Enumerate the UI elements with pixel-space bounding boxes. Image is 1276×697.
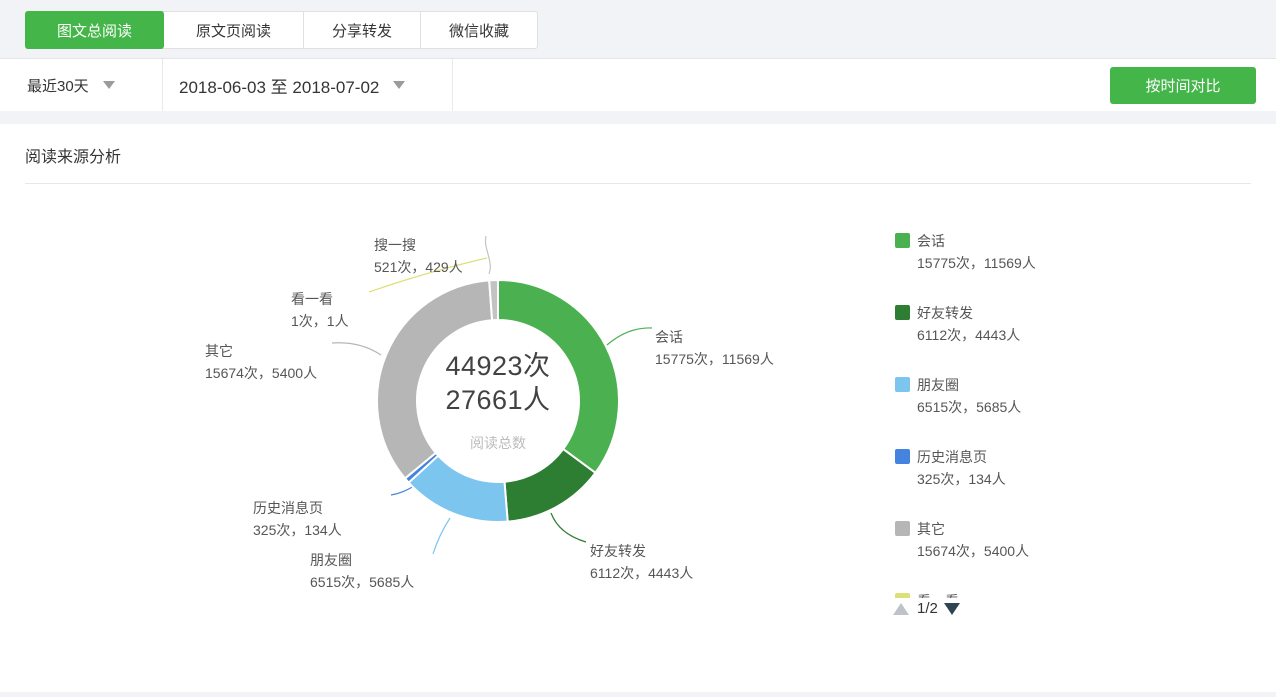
donut-slice-其它[interactable] — [377, 280, 492, 478]
callout-haoyouzhuanfa: 好友转发 6112次，4443人 — [590, 540, 693, 584]
legend-item-朋友圈[interactable]: 朋友圈6515次，5685人 — [895, 374, 1195, 418]
callout-huihua: 会话 15775次，11569人 — [655, 326, 774, 370]
callout-name: 搜一搜 — [374, 234, 463, 256]
legend-page-down-icon[interactable] — [944, 603, 960, 615]
chevron-down-icon — [393, 81, 405, 89]
legend-item-看一看[interactable]: 看一看1次，1人 — [895, 590, 1195, 598]
callout-value: 6515次，5685人 — [310, 571, 414, 593]
callout-name: 历史消息页 — [253, 497, 342, 519]
legend-swatch-icon — [895, 593, 910, 598]
legend-item-会话[interactable]: 会话15775次，11569人 — [895, 230, 1195, 274]
tab-0[interactable]: 图文总阅读 — [25, 11, 164, 49]
callout-souyisou: 搜一搜 521次，429人 — [374, 234, 463, 278]
date-range-preset-label: 最近30天 — [27, 75, 89, 96]
legend-value: 15775次，11569人 — [917, 252, 1036, 274]
legend-name: 其它 — [917, 518, 945, 540]
callout-value: 15674次，5400人 — [205, 362, 317, 384]
callout-pengyouquan: 朋友圈 6515次，5685人 — [310, 549, 414, 593]
tab-3[interactable]: 微信收藏 — [421, 12, 537, 48]
callout-name: 其它 — [205, 340, 317, 362]
legend-swatch-icon — [895, 233, 910, 248]
section-title: 阅读来源分析 — [25, 143, 121, 167]
donut-slice-会话[interactable] — [498, 280, 619, 473]
chart-legend: 会话15775次，11569人好友转发6112次，4443人朋友圈6515次，5… — [895, 230, 1195, 598]
card-gap — [0, 111, 1276, 124]
legend-item-好友转发[interactable]: 好友转发6112次，4443人 — [895, 302, 1195, 346]
tab-2[interactable]: 分享转发 — [304, 12, 421, 48]
callout-value: 15775次，11569人 — [655, 348, 774, 370]
callout-value: 325次，134人 — [253, 519, 342, 541]
reading-source-card: 阅读来源分析 44923次 27661人 阅读总数 搜一搜 521次，429人 … — [0, 124, 1276, 692]
report-tabs: 图文总阅读原文页阅读分享转发微信收藏 — [25, 11, 538, 49]
reading-source-donut-chart — [375, 278, 621, 524]
callout-kanyikan: 看一看 1次，1人 — [291, 288, 349, 332]
legend-value: 6515次，5685人 — [917, 396, 1021, 418]
leader-line-souyisou — [485, 236, 490, 274]
title-divider — [25, 183, 1251, 184]
legend-swatch-icon — [895, 377, 910, 392]
legend-page-indicator: 1/2 — [917, 600, 938, 617]
filter-bar: 最近30天 2018-06-03 至 2018-07-02 按时间对比 — [0, 59, 1276, 111]
date-range-dropdown[interactable]: 2018-06-03 至 2018-07-02 — [163, 59, 453, 111]
callout-name: 看一看 — [291, 288, 349, 310]
legend-value: 325次，134人 — [917, 468, 1006, 490]
callout-value: 6112次，4443人 — [590, 562, 693, 584]
date-range-label: 2018-06-03 至 2018-07-02 — [179, 73, 379, 98]
callout-name: 好友转发 — [590, 540, 693, 562]
legend-pager: 1/2 — [893, 600, 960, 617]
legend-item-其它[interactable]: 其它15674次，5400人 — [895, 518, 1195, 562]
callout-name: 会话 — [655, 326, 774, 348]
top-tab-strip: 图文总阅读原文页阅读分享转发微信收藏 — [0, 0, 1276, 59]
leader-line-qita — [332, 343, 381, 355]
callout-lishixiaoxiye: 历史消息页 325次，134人 — [253, 497, 342, 541]
date-range-preset-dropdown[interactable]: 最近30天 — [0, 59, 163, 111]
callout-qita: 其它 15674次，5400人 — [205, 340, 317, 384]
legend-name: 会话 — [917, 230, 945, 252]
legend-swatch-icon — [895, 521, 910, 536]
legend-name: 好友转发 — [917, 302, 973, 324]
legend-swatch-icon — [895, 449, 910, 464]
legend-name: 历史消息页 — [917, 446, 987, 468]
tab-1[interactable]: 原文页阅读 — [164, 12, 304, 48]
legend-item-历史消息页[interactable]: 历史消息页325次，134人 — [895, 446, 1195, 490]
compare-by-time-button[interactable]: 按时间对比 — [1110, 67, 1256, 104]
legend-name: 看一看 — [917, 590, 959, 598]
legend-page-up-icon[interactable] — [893, 603, 909, 615]
chevron-down-icon — [103, 81, 115, 89]
legend-value: 6112次，4443人 — [917, 324, 1020, 346]
legend-name: 朋友圈 — [917, 374, 959, 396]
legend-value: 15674次，5400人 — [917, 540, 1029, 562]
callout-value: 521次，429人 — [374, 256, 463, 278]
legend-swatch-icon — [895, 305, 910, 320]
callout-value: 1次，1人 — [291, 310, 349, 332]
callout-name: 朋友圈 — [310, 549, 414, 571]
